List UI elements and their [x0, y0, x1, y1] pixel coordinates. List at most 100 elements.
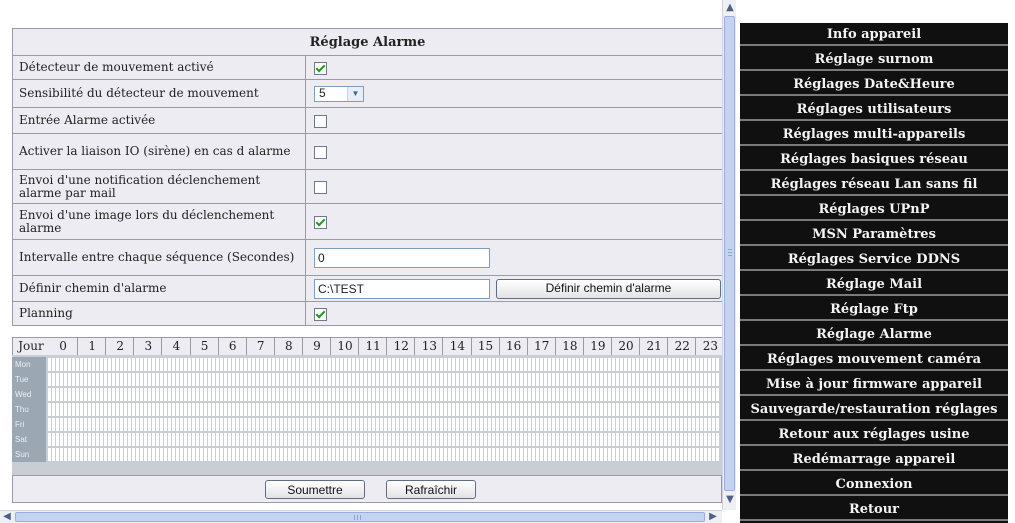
- schedule-slot[interactable]: [348, 403, 351, 416]
- schedule-slot[interactable]: [164, 433, 167, 446]
- schedule-slot[interactable]: [252, 433, 255, 446]
- schedule-slot[interactable]: [228, 403, 231, 416]
- schedule-slot[interactable]: [608, 373, 611, 386]
- schedule-slot[interactable]: [380, 388, 383, 401]
- schedule-slot[interactable]: [312, 433, 315, 446]
- schedule-slot[interactable]: [704, 388, 707, 401]
- schedule-slot[interactable]: [284, 358, 287, 371]
- schedule-slot[interactable]: [648, 433, 651, 446]
- schedule-slot[interactable]: [328, 433, 331, 446]
- schedule-slot[interactable]: [92, 373, 95, 386]
- schedule-slot[interactable]: [624, 403, 627, 416]
- schedule-slot[interactable]: [624, 433, 627, 446]
- schedule-slot[interactable]: [672, 433, 675, 446]
- alarm-input-checkbox[interactable]: [314, 114, 327, 128]
- schedule-slot[interactable]: [232, 403, 235, 416]
- schedule-slot[interactable]: [580, 388, 583, 401]
- schedule-slot[interactable]: [708, 418, 711, 431]
- schedule-slot[interactable]: [128, 403, 131, 416]
- schedule-slot[interactable]: [632, 373, 635, 386]
- schedule-slot[interactable]: [432, 418, 435, 431]
- schedule-slot[interactable]: [284, 433, 287, 446]
- schedule-slot[interactable]: [236, 358, 239, 371]
- schedule-slot[interactable]: [124, 358, 127, 371]
- schedule-slot[interactable]: [504, 358, 507, 371]
- schedule-slot[interactable]: [640, 418, 643, 431]
- schedule-slot[interactable]: [64, 403, 67, 416]
- schedule-slot[interactable]: [188, 388, 191, 401]
- schedule-slot[interactable]: [132, 403, 135, 416]
- schedule-slot[interactable]: [224, 418, 227, 431]
- schedule-slot[interactable]: [200, 448, 203, 461]
- schedule-slot[interactable]: [560, 403, 563, 416]
- schedule-slot[interactable]: [544, 388, 547, 401]
- schedule-slot[interactable]: [280, 433, 283, 446]
- schedule-slot[interactable]: [684, 358, 687, 371]
- schedule-slot[interactable]: [104, 418, 107, 431]
- schedule-slot[interactable]: [444, 418, 447, 431]
- schedule-slot[interactable]: [172, 358, 175, 371]
- schedule-slot[interactable]: [208, 418, 211, 431]
- schedule-slot[interactable]: [600, 448, 603, 461]
- schedule-slot[interactable]: [388, 418, 391, 431]
- schedule-slot[interactable]: [300, 403, 303, 416]
- schedule-slot[interactable]: [348, 373, 351, 386]
- schedule-slot[interactable]: [248, 418, 251, 431]
- schedule-slot[interactable]: [232, 418, 235, 431]
- schedule-slot[interactable]: [540, 403, 543, 416]
- schedule-slot[interactable]: [592, 418, 595, 431]
- schedule-slot[interactable]: [396, 433, 399, 446]
- schedule-slot[interactable]: [648, 403, 651, 416]
- schedule-slot[interactable]: [612, 373, 615, 386]
- schedule-slot[interactable]: [660, 433, 663, 446]
- schedule-slot[interactable]: [116, 358, 119, 371]
- schedule-slot[interactable]: [216, 418, 219, 431]
- schedule-slot[interactable]: [132, 358, 135, 371]
- schedule-slot[interactable]: [464, 373, 467, 386]
- schedule-slot[interactable]: [284, 448, 287, 461]
- schedule-slot[interactable]: [580, 448, 583, 461]
- schedule-slot[interactable]: [428, 448, 431, 461]
- alarm-path-input[interactable]: C:\TEST: [314, 278, 490, 299]
- schedule-slot[interactable]: [488, 358, 491, 371]
- schedule-slot[interactable]: [340, 373, 343, 386]
- schedule-slot[interactable]: [60, 373, 63, 386]
- schedule-slot[interactable]: [272, 358, 275, 371]
- schedule-slot[interactable]: [384, 358, 387, 371]
- schedule-slot[interactable]: [708, 358, 711, 371]
- schedule-slot[interactable]: [512, 358, 515, 371]
- menu-item[interactable]: Réglage Ftp: [740, 298, 1008, 321]
- schedule-slot[interactable]: [220, 418, 223, 431]
- schedule-slot[interactable]: [156, 403, 159, 416]
- schedule-slot[interactable]: [220, 358, 223, 371]
- schedule-slot[interactable]: [72, 358, 75, 371]
- schedule-slot[interactable]: [600, 358, 603, 371]
- schedule-slot[interactable]: [272, 388, 275, 401]
- schedule-slot[interactable]: [232, 448, 235, 461]
- schedule-slot[interactable]: [584, 388, 587, 401]
- schedule-slot[interactable]: [636, 448, 639, 461]
- schedule-slot[interactable]: [372, 418, 375, 431]
- schedule-slot[interactable]: [348, 448, 351, 461]
- schedule-slot[interactable]: [456, 418, 459, 431]
- schedule-slot[interactable]: [520, 388, 523, 401]
- schedule-slot[interactable]: [372, 358, 375, 371]
- schedule-slot[interactable]: [564, 358, 567, 371]
- menu-item[interactable]: Connexion: [740, 473, 1008, 496]
- schedule-slot[interactable]: [448, 433, 451, 446]
- schedule-slot[interactable]: [288, 433, 291, 446]
- schedule-slot[interactable]: [80, 388, 83, 401]
- schedule-slot[interactable]: [656, 403, 659, 416]
- schedule-slot[interactable]: [504, 388, 507, 401]
- schedule-slot[interactable]: [148, 448, 151, 461]
- schedule-slot[interactable]: [488, 418, 491, 431]
- schedule-slot[interactable]: [124, 388, 127, 401]
- schedule-slot[interactable]: [268, 418, 271, 431]
- schedule-slot[interactable]: [508, 403, 511, 416]
- schedule-slot[interactable]: [524, 373, 527, 386]
- schedule-slot[interactable]: [160, 388, 163, 401]
- schedule-slot[interactable]: [568, 403, 571, 416]
- schedule-slot[interactable]: [52, 388, 55, 401]
- schedule-slot[interactable]: [604, 373, 607, 386]
- schedule-slot[interactable]: [128, 358, 131, 371]
